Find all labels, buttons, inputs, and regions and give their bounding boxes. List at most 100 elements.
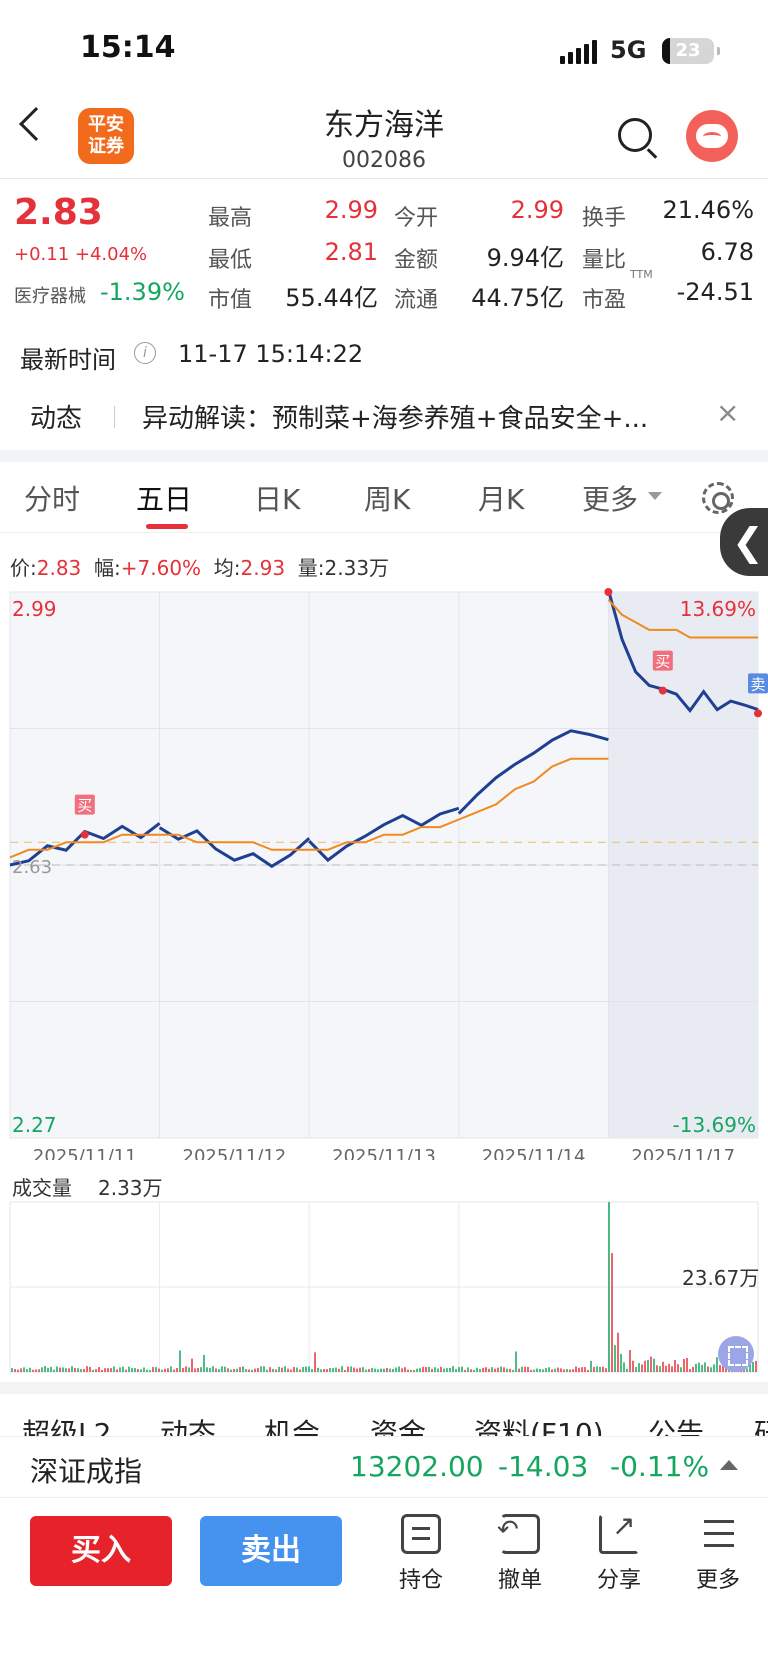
share-button[interactable]: 分享 — [584, 1509, 654, 1594]
section-divider — [0, 450, 768, 462]
caret-up-icon[interactable] — [720, 1460, 738, 1470]
index-change: -14.03 — [498, 1450, 589, 1483]
news-separator — [114, 406, 115, 428]
quote-value-2: 21.46% — [662, 196, 754, 224]
quote-label-7: 流通 — [394, 288, 439, 313]
cancel-order-button[interactable]: 撤单 — [485, 1514, 555, 1594]
pct-bottom-label: -13.69% — [673, 1113, 756, 1137]
sub-tab-f10[interactable]: 资料(F10) — [474, 1412, 604, 1436]
gear-icon[interactable] — [702, 482, 734, 514]
quote-value-0: 2.99 — [324, 196, 378, 224]
index-percent: -0.11% — [610, 1450, 710, 1483]
positions-button[interactable]: 持仓 — [386, 1514, 456, 1594]
latest-time-label: 最新时间 — [20, 346, 116, 374]
tab-daily-k[interactable]: 日K — [254, 478, 300, 518]
x-tick-label: 2025/11/14 — [482, 1146, 586, 1160]
five-day-price-chart[interactable]: 买买买卖2.992.2713.69%-13.69%2.632025/11/112… — [0, 580, 768, 1160]
sub-tab-announcements[interactable]: 公告 — [648, 1412, 704, 1436]
index-value: 13202.00 — [350, 1450, 484, 1483]
quote-value-7: 44.75亿 — [471, 284, 564, 312]
signal-icon — [560, 40, 597, 64]
info-average: 2.93 — [240, 556, 286, 580]
quote-label-5: 量比 — [582, 248, 627, 273]
latest-time-value: 11-17 15:14:22 — [178, 340, 364, 368]
expand-icon[interactable] — [718, 1336, 754, 1372]
network-type: 5G — [610, 36, 647, 64]
price-change: +0.11 +4.04% — [14, 244, 148, 265]
trade-point — [604, 588, 613, 596]
tab-weekly-k[interactable]: 周K — [364, 478, 410, 518]
info-icon[interactable]: i — [134, 342, 156, 364]
news-tag[interactable]: 动态 — [30, 398, 82, 435]
y-top-label: 2.99 — [12, 597, 57, 621]
trade-point — [80, 830, 89, 839]
vol-label: 量: — [297, 556, 325, 580]
price-label: 价: — [10, 556, 37, 580]
marker-label: 卖 — [750, 675, 765, 693]
y-bottom-label: 2.27 — [12, 1113, 57, 1137]
volume-chart[interactable] — [0, 1196, 768, 1376]
quote-label-6: 市值 — [208, 288, 253, 313]
trade-point — [754, 709, 762, 718]
share-label: 分享 — [596, 1568, 641, 1593]
sub-tab-research[interactable]: 研 — [754, 1412, 768, 1436]
x-tick-label: 2025/11/12 — [183, 1146, 287, 1160]
more-label: 更多 — [695, 1568, 740, 1593]
current-price: 2.83 — [14, 192, 103, 233]
sell-button[interactable]: 卖出 — [200, 1516, 342, 1586]
cancel-order-label: 撤单 — [497, 1568, 542, 1593]
buy-button[interactable]: 买入 — [30, 1516, 172, 1586]
tab-divider — [0, 532, 768, 533]
quote-value-4: 9.94亿 — [486, 244, 564, 272]
marker-label: 买 — [77, 797, 92, 815]
quote-label-8: 市盈 — [582, 288, 627, 313]
chart-info-row: 价:2.83 幅:+7.60% 均:2.93 量:2.33万 — [10, 552, 389, 581]
stock-name: 东方海洋 — [324, 108, 444, 143]
search-icon[interactable] — [618, 118, 652, 152]
quote-label-1: 今开 — [394, 206, 439, 231]
quote-label-0: 最高 — [208, 206, 253, 231]
info-amplitude: +7.60% — [120, 556, 202, 580]
quote-value-6: 55.44亿 — [285, 284, 378, 312]
quote-value-5: 6.78 — [700, 238, 754, 266]
positions-icon — [401, 1514, 441, 1554]
sub-tab-l2[interactable]: 超级L2 — [22, 1412, 111, 1436]
tab-more[interactable]: 更多 — [582, 478, 638, 518]
tab-monthly-k[interactable]: 月K — [478, 478, 524, 518]
info-price: 2.83 — [36, 556, 82, 580]
avg-label: 均: — [213, 556, 241, 580]
trade-point — [658, 686, 667, 695]
sector-change[interactable]: -1.39% — [100, 278, 185, 306]
prev-close-label: 2.63 — [12, 857, 52, 878]
quote-value-1: 2.99 — [510, 196, 564, 224]
sector-name[interactable]: 医疗器械 — [14, 282, 86, 308]
share-icon — [599, 1509, 639, 1554]
tab-indicator — [146, 524, 188, 529]
status-time: 15:14 — [80, 30, 176, 65]
sub-tab-bar: 超级L2 动态 机会 资金 资料(F10) 公告 研 — [0, 1412, 768, 1436]
tab-intraday[interactable]: 分时 — [24, 478, 80, 518]
pct-top-label: 13.69% — [680, 597, 756, 621]
quote-label-4: 金额 — [394, 248, 439, 273]
undo-icon — [497, 1514, 540, 1554]
x-tick-label: 2025/11/17 — [631, 1146, 735, 1160]
sub-tab-news[interactable]: 动态 — [160, 1412, 216, 1436]
news-headline[interactable]: 异动解读：预制菜+海参养殖+食品安全+... — [142, 398, 648, 435]
marker-label: 买 — [655, 653, 670, 671]
more-button[interactable]: 更多 — [683, 1514, 753, 1594]
close-icon[interactable]: × — [716, 396, 739, 429]
info-volume: 2.33万 — [324, 556, 390, 580]
sub-tab-opportunity[interactable]: 机会 — [264, 1412, 320, 1436]
x-tick-label: 2025/11/13 — [332, 1146, 436, 1160]
quote-value-3: 2.81 — [324, 238, 378, 266]
quote-label-3: 最低 — [208, 248, 253, 273]
positions-label: 持仓 — [398, 1568, 443, 1593]
assistant-avatar-icon[interactable] — [686, 110, 738, 162]
index-name: 深证成指 — [30, 1455, 143, 1488]
volume-max-label: 23.67万 — [682, 1266, 760, 1290]
chevron-down-icon[interactable] — [648, 492, 662, 500]
sub-tab-funds[interactable]: 资金 — [370, 1412, 426, 1436]
ttm-label: TTM — [630, 268, 653, 281]
tab-five-day[interactable]: 五日 — [136, 478, 192, 518]
side-panel-handle[interactable]: ❮ — [720, 508, 768, 576]
